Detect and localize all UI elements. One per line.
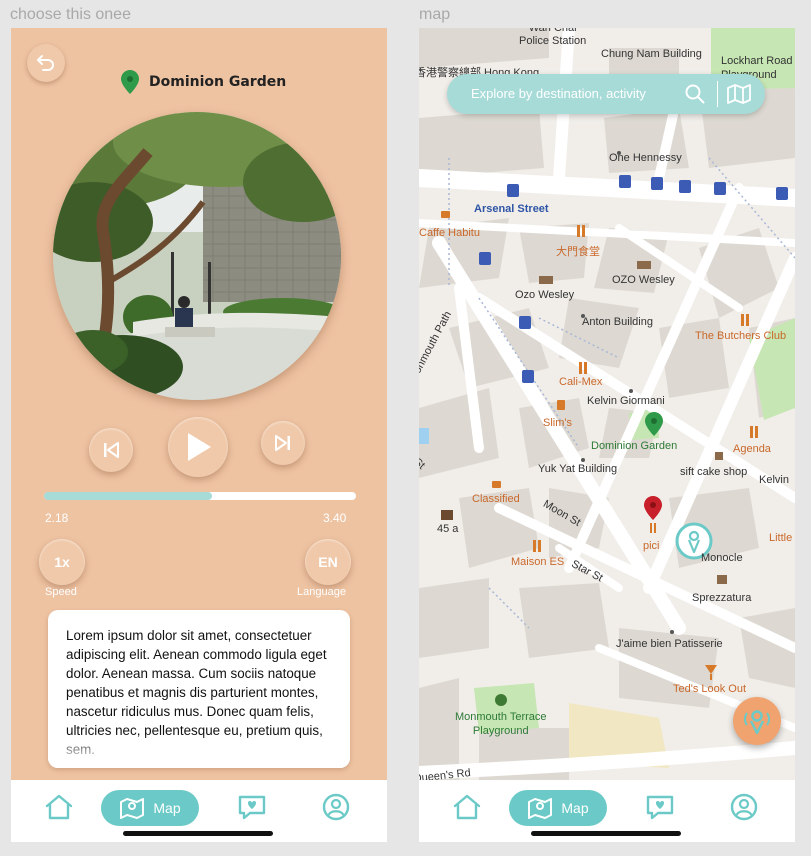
speed-button[interactable]: 1x [39, 539, 85, 585]
home-indicator [531, 831, 681, 836]
home-icon [453, 794, 481, 820]
bottom-nav: Map [11, 780, 387, 842]
nav-home[interactable] [452, 792, 482, 822]
language-label: Language [297, 586, 346, 598]
map-view-icon[interactable] [727, 84, 751, 104]
skip-next-icon [275, 435, 290, 451]
place-header: Dominion Garden [121, 70, 286, 94]
nav-map[interactable]: Map [509, 790, 607, 826]
profile-icon [730, 793, 758, 821]
nav-messages[interactable] [645, 792, 675, 822]
home-icon [45, 794, 73, 820]
play-button[interactable] [168, 417, 228, 477]
place-title: Dominion Garden [149, 74, 287, 90]
map-label-45a: 45 a [437, 523, 459, 535]
map-label-arsenal: Arsenal Street [474, 203, 549, 215]
language-button[interactable]: EN [305, 539, 351, 585]
map-label-monmouth-terrace: Monmouth Terrace Playground [455, 711, 547, 737]
nav-messages[interactable] [237, 792, 267, 822]
map-label-pici: pici [643, 540, 660, 552]
map-label-ozo-wesley-2: OZO Wesley [612, 274, 675, 286]
back-button[interactable] [27, 44, 65, 82]
playback-progress-bar[interactable] [44, 492, 356, 500]
nav-profile[interactable] [321, 792, 351, 822]
map-label-cali-mex: Cali-Mex [559, 376, 603, 388]
search-placeholder: Explore by destination, activity [471, 86, 646, 101]
map-label-classified: Classified [472, 493, 520, 505]
chat-heart-icon [238, 795, 266, 820]
progress-fill [44, 492, 213, 500]
map-label-monocle: Monocle [701, 552, 743, 564]
map-pin-icon [528, 798, 553, 819]
nav-profile[interactable] [729, 792, 759, 822]
total-time: 3.40 [323, 511, 347, 525]
description-card[interactable]: Lorem ipsum dolor sit amet, consectetuer… [48, 610, 350, 768]
map-label-chung-nam: Chung Nam Building [601, 48, 702, 60]
artboard-title-right: map [419, 6, 451, 23]
language-value: EN [318, 554, 338, 570]
map-label-sift: sift cake shop [680, 466, 748, 478]
skip-previous-icon [104, 442, 119, 458]
map-label-dominion-garden: Dominion Garden [591, 440, 678, 452]
map-label-caffe-habitu: Caffe Habitu [419, 227, 480, 239]
undo-arrow-icon [37, 55, 54, 71]
map-label-teds: Ted's Look Out [673, 683, 747, 695]
home-indicator [123, 831, 273, 836]
profile-icon [322, 793, 350, 821]
map-label-maison-es: Maison ES [511, 556, 565, 568]
map-label-little: Little [769, 532, 793, 544]
location-sound-icon [744, 710, 770, 735]
map-label-police-station: Wan Chai Police Station [519, 28, 587, 47]
map-label-sprezzatura: Sprezzatura [692, 592, 752, 604]
map-label-butchers-club: The Butchers Club [695, 330, 787, 342]
previous-track-button[interactable] [89, 428, 133, 472]
nav-map-label: Map [561, 800, 589, 816]
map-label-kelvin: Kelvin [759, 474, 789, 486]
speed-label: Speed [45, 586, 77, 598]
map-label-yuk-yat: Yuk Yat Building [538, 463, 618, 475]
map-label-jaime: J'aime bien Patisserie [616, 638, 723, 650]
play-icon [188, 433, 211, 461]
map-label-kelvin-giormani: Kelvin Giormani [587, 395, 665, 407]
map-search-bar[interactable]: Explore by destination, activity [447, 74, 765, 114]
nav-home[interactable] [44, 792, 74, 822]
map-label-one-hennessy: One Hennessy [609, 152, 682, 164]
nav-map-label: Map [153, 800, 181, 816]
place-photo [53, 112, 341, 400]
map-screen: Wan Chai Police Station 香港警察總部 Hong Kong… [419, 28, 795, 842]
search-icon[interactable] [685, 84, 705, 104]
next-track-button[interactable] [261, 421, 305, 465]
map-label-ozo-wesley-1: Ozo Wesley [515, 289, 575, 301]
audio-guide-screen: Dominion Garden 2.18 3.40 1x Speed EN La… [11, 28, 387, 842]
map-pin-icon [120, 798, 145, 819]
audio-tour-fab[interactable] [733, 697, 781, 745]
location-pin-icon [121, 70, 139, 94]
chat-heart-icon [646, 795, 674, 820]
search-divider [717, 81, 718, 107]
nav-map[interactable]: Map [101, 790, 199, 826]
map-label-anton: Anton Building [582, 316, 653, 328]
map-label-slims: Slim's [543, 417, 572, 429]
map-label-agenda: Agenda [733, 443, 771, 455]
map-label-big-door: 大門食堂 [556, 246, 600, 258]
speed-value: 1x [54, 554, 70, 570]
bottom-nav-map: Map [419, 780, 795, 842]
artboard-title-left: choose this onee [10, 6, 131, 23]
current-time: 2.18 [45, 511, 69, 525]
description-fade [48, 734, 350, 768]
